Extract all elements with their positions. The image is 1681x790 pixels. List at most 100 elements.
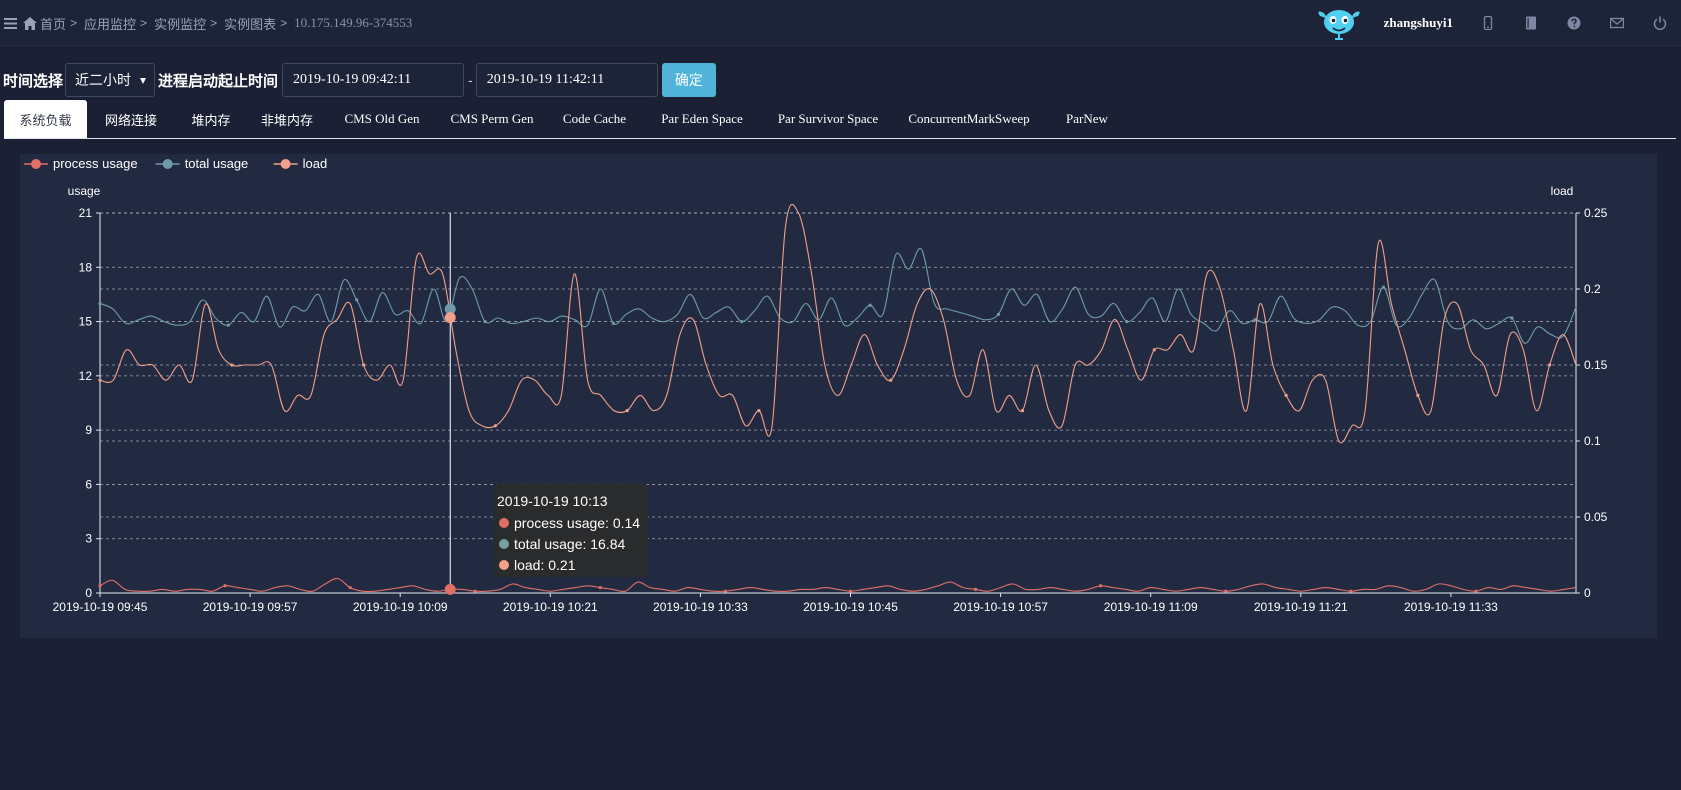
user-area: zhangshuyi1 bbox=[1314, 0, 1681, 46]
x-tick-label: 2019-10-19 09:45 bbox=[53, 600, 148, 614]
system-load-chart[interactable]: 0 3 6 9 12 15 18 21 0 0.05 0.1 0.15 0.2 0.25 usage load… bbox=[20, 154, 1657, 638]
x-tick-label: 2019-10-19 11:09 bbox=[1104, 600, 1198, 614]
breadcrumb-instance-monitor[interactable]: 实例监控 bbox=[154, 14, 206, 33]
y-right-tick-label: 0.15 bbox=[1584, 358, 1608, 372]
data-point-total-usage bbox=[996, 312, 1001, 316]
breadcrumb-home[interactable]: 首页 bbox=[40, 14, 66, 33]
tab-cms-perm-gen[interactable]: CMS Perm Gen bbox=[437, 100, 547, 138]
breadcrumb-separator: > bbox=[140, 16, 148, 30]
end-time-input[interactable] bbox=[475, 63, 658, 97]
tab-par-survivor-space[interactable]: Par Survivor Space bbox=[762, 100, 894, 138]
data-point-load bbox=[230, 363, 234, 367]
data-point-total-usage bbox=[1381, 285, 1386, 289]
tooltip-load-value: load: 0.21 bbox=[514, 556, 576, 573]
data-point-process-usage bbox=[1474, 589, 1478, 593]
power-icon[interactable] bbox=[1653, 16, 1667, 30]
data-point-process-usage bbox=[223, 584, 227, 588]
legend-label: total usage bbox=[185, 156, 249, 171]
data-point-process-usage bbox=[98, 584, 102, 588]
chart-panel: 0 3 6 9 12 15 18 21 0 0.05 0.1 0.15 0.2 0.25 usage load… bbox=[20, 154, 1657, 638]
menu-icon[interactable] bbox=[4, 17, 17, 29]
breadcrumb-instance-id: 10.175.149.96-374553 bbox=[294, 15, 413, 30]
x-tick-label: 2019-10-19 11:21 bbox=[1254, 600, 1348, 614]
data-point-load bbox=[361, 363, 366, 367]
y-left-tick-label: 18 bbox=[79, 260, 93, 274]
time-select-label: 时间选择 bbox=[3, 72, 64, 90]
book-icon[interactable] bbox=[1524, 16, 1538, 30]
y-left-tick-label: 3 bbox=[85, 532, 92, 546]
chart-tooltip: 2019-10-19 10:13 process usage: 0.14 tot… bbox=[494, 484, 648, 577]
legend-item-process-usage[interactable]: process usage bbox=[24, 156, 138, 171]
process-time-label: 进程启动起止时间 bbox=[158, 72, 279, 90]
data-point-process-usage bbox=[1224, 589, 1228, 593]
x-tick-label: 2019-10-19 10:33 bbox=[653, 600, 748, 614]
data-point-load bbox=[1152, 348, 1156, 352]
data-point-load bbox=[1284, 393, 1288, 397]
tooltip-row-load: load: 0.21 bbox=[497, 554, 648, 575]
breadcrumb-instance-chart[interactable]: 实例图表 bbox=[224, 14, 276, 33]
tab-concurrent-mark-sweep[interactable]: ConcurrentMarkSweep bbox=[894, 100, 1044, 138]
caret-down-icon bbox=[140, 78, 147, 84]
y-left-tick-label: 12 bbox=[79, 369, 93, 383]
y-right-tick-label: 0.05 bbox=[1584, 510, 1608, 524]
y-left-tick-label: 6 bbox=[85, 477, 92, 491]
tooltip-time: 2019-10-19 10:13 bbox=[497, 493, 608, 509]
legend-label: load bbox=[303, 156, 328, 171]
data-point-process-usage bbox=[973, 587, 978, 591]
y-right-tick-label: 0.25 bbox=[1584, 206, 1608, 220]
confirm-button[interactable]: 确定 bbox=[661, 63, 716, 97]
data-point-total-usage bbox=[483, 319, 487, 324]
data-point-process-usage bbox=[348, 585, 352, 590]
mail-icon[interactable] bbox=[1610, 16, 1624, 30]
legend-item-total-usage[interactable]: total usage bbox=[155, 156, 249, 171]
hover-point-process-usage bbox=[444, 583, 456, 595]
tooltip-total-value: total usage: 16.84 bbox=[514, 535, 626, 552]
breadcrumb: 首页 > 应用监控 > 实例监控 > 实例图表 > 10.175.149.96-… bbox=[4, 0, 412, 46]
username[interactable]: zhangshuyi1 bbox=[1384, 15, 1453, 31]
legend-label: process usage bbox=[53, 156, 138, 171]
tab-par-eden-space[interactable]: Par Eden Space bbox=[642, 100, 762, 138]
x-tick-label: 2019-10-19 10:45 bbox=[803, 600, 898, 614]
time-range-value: 近二小时 bbox=[75, 72, 132, 88]
tab-parnew[interactable]: ParNew bbox=[1044, 100, 1130, 138]
tab-cms-old-gen[interactable]: CMS Old Gen bbox=[327, 100, 437, 138]
data-point-total-usage bbox=[611, 321, 615, 325]
avatar-robot-icon[interactable] bbox=[1314, 6, 1364, 40]
breadcrumb-app-monitor[interactable]: 应用监控 bbox=[84, 14, 136, 33]
range-dash: - bbox=[468, 72, 473, 88]
start-time-input[interactable] bbox=[282, 63, 465, 97]
tooltip-row-process: process usage: 0.14 bbox=[497, 512, 648, 533]
data-point-load bbox=[1020, 409, 1025, 413]
tab-heap[interactable]: 堆内存 bbox=[175, 100, 247, 138]
top-header: 首页 > 应用监控 > 实例监控 > 实例图表 > 10.175.149.96-… bbox=[0, 0, 1681, 46]
help-icon[interactable] bbox=[1567, 16, 1581, 30]
time-range-select[interactable]: 近二小时 bbox=[65, 63, 156, 97]
data-point-process-usage bbox=[1099, 584, 1103, 588]
tooltip-process-value: process usage: 0.14 bbox=[514, 514, 641, 531]
tab-code-cache[interactable]: Code Cache bbox=[547, 100, 642, 138]
tab-network[interactable]: 网络连接 bbox=[87, 100, 175, 138]
x-tick-label: 2019-10-19 09:57 bbox=[203, 600, 298, 614]
y-right-tick-label: 0 bbox=[1584, 586, 1591, 600]
data-point-total-usage bbox=[355, 298, 359, 302]
legend-marker-icon bbox=[162, 159, 173, 169]
y-right-tick-label: 0.1 bbox=[1584, 434, 1601, 448]
data-point-load bbox=[1416, 393, 1420, 397]
data-point-load bbox=[493, 424, 497, 428]
breadcrumb-separator: > bbox=[210, 16, 218, 30]
y-left-tick-label: 21 bbox=[79, 206, 93, 220]
tab-system-load[interactable]: 系统负载 bbox=[4, 100, 87, 138]
x-tick-label: 2019-10-19 10:21 bbox=[503, 600, 598, 614]
data-point-load bbox=[1548, 363, 1552, 367]
data-point-total-usage bbox=[1125, 319, 1129, 324]
series-line-load bbox=[99, 203, 1577, 444]
y-left-tick-label: 0 bbox=[85, 586, 92, 600]
chart-tabs: 系统负载 网络连接 堆内存 非堆内存 CMS Old Gen CMS Perm … bbox=[4, 99, 1676, 139]
tab-non-heap[interactable]: 非堆内存 bbox=[247, 100, 327, 138]
mobile-icon[interactable] bbox=[1481, 16, 1495, 30]
x-tick-label: 2019-10-19 11:33 bbox=[1404, 600, 1498, 614]
legend-item-load[interactable]: load bbox=[273, 156, 328, 171]
data-point-total-usage bbox=[226, 323, 230, 327]
y-right-tick-label: 0.2 bbox=[1584, 282, 1601, 296]
legend-marker-icon bbox=[31, 159, 41, 169]
